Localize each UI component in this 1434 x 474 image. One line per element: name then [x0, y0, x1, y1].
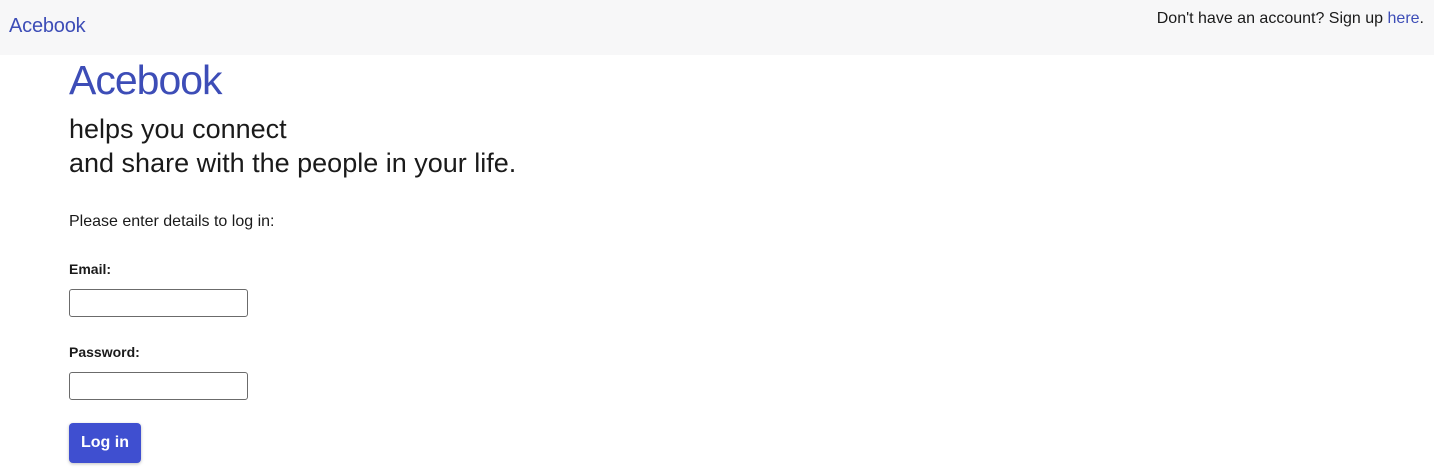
tagline-line-2: and share with the people in your life.	[69, 148, 517, 178]
tagline-line-1: helps you connect	[69, 114, 287, 144]
email-label: Email:	[69, 261, 112, 277]
login-intro-text: Please enter details to log in:	[69, 213, 275, 230]
signup-prompt-text: Don't have an account? Sign up	[1156, 10, 1388, 27]
signup-prompt-end: .	[1419, 10, 1424, 27]
email-field[interactable]	[69, 289, 248, 317]
password-label: Password:	[69, 344, 140, 360]
hero-title: Acebook	[69, 57, 223, 103]
navbar-brand-link[interactable]: Acebook	[9, 15, 86, 38]
password-field[interactable]	[69, 372, 248, 400]
tagline: helps you connect and share with the peo…	[69, 112, 516, 180]
signup-link[interactable]: here	[1388, 10, 1420, 27]
navbar: Acebook Don't have an account? Sign up h…	[0, 0, 1434, 55]
login-button[interactable]: Log in	[69, 423, 141, 463]
signup-prompt: Don't have an account? Sign up here.	[1157, 10, 1424, 28]
